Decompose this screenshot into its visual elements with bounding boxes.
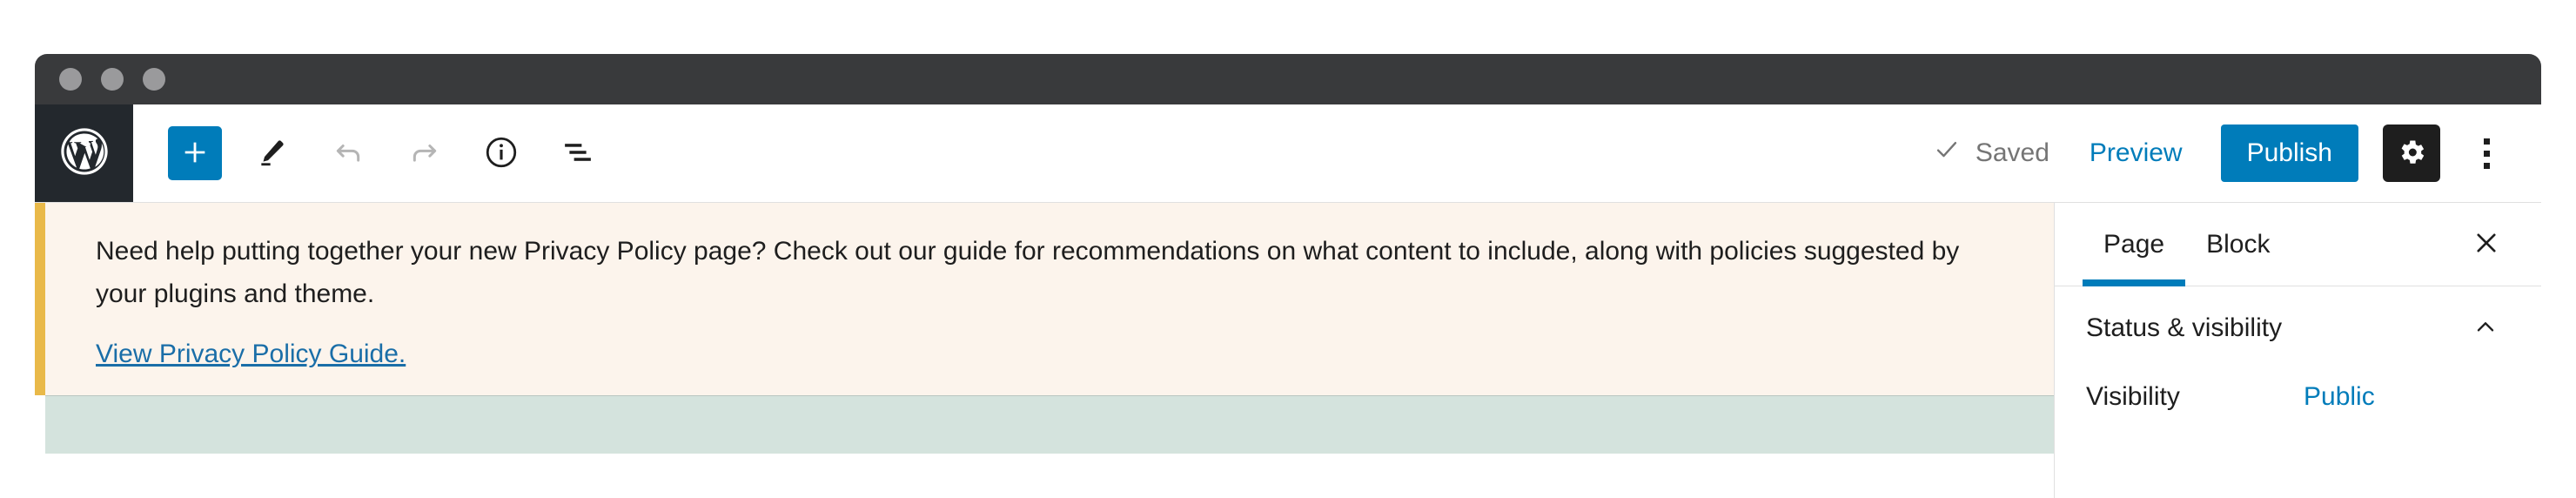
preview-button[interactable]: Preview xyxy=(2090,138,2183,168)
editor-header-actions: Saved Preview Publish xyxy=(1932,104,2541,202)
saved-status: Saved xyxy=(1932,135,2049,172)
vertical-ellipsis-icon xyxy=(2483,138,2490,145)
checkmark-icon xyxy=(1932,135,1962,172)
window-title-bar xyxy=(35,54,2541,104)
saved-label: Saved xyxy=(1975,138,2049,167)
wordpress-logo-button[interactable] xyxy=(35,104,133,202)
gear-icon xyxy=(2396,137,2427,171)
tab-block[interactable]: Block xyxy=(2185,203,2291,286)
settings-toggle-button[interactable] xyxy=(2383,124,2440,182)
close-window-button[interactable] xyxy=(59,68,82,91)
settings-sidebar: Page Block Status & visibility Visibilit… xyxy=(2054,203,2541,498)
editor-toolbar xyxy=(133,104,605,202)
close-sidebar-button[interactable] xyxy=(2463,221,2510,268)
visibility-row: Visibility Public xyxy=(2086,382,2506,412)
more-options-button[interactable] xyxy=(2463,124,2510,182)
tab-page[interactable]: Page xyxy=(2083,203,2186,286)
undo-button[interactable] xyxy=(321,126,375,180)
panel-collapse-button[interactable] xyxy=(2465,307,2506,349)
details-button[interactable] xyxy=(474,126,528,180)
minimize-window-button[interactable] xyxy=(101,68,124,91)
panel-header[interactable]: Status & visibility xyxy=(2086,286,2506,370)
visibility-label: Visibility xyxy=(2086,382,2180,411)
redo-button[interactable] xyxy=(398,126,452,180)
wordpress-logo-icon xyxy=(57,124,112,184)
privacy-policy-guide-link[interactable]: View Privacy Policy Guide. xyxy=(96,340,406,369)
editor-body: Need help putting together your new Priv… xyxy=(35,203,2541,498)
maximize-window-button[interactable] xyxy=(143,68,165,91)
selected-content-block[interactable] xyxy=(45,395,2054,454)
pencil-icon xyxy=(254,135,289,172)
undo-arrow-icon xyxy=(331,135,366,172)
panel-title: Status & visibility xyxy=(2086,313,2283,342)
sidebar-tab-bar: Page Block xyxy=(2055,203,2541,286)
list-view-button[interactable] xyxy=(551,126,605,180)
list-view-icon xyxy=(560,134,596,173)
editor-header: Saved Preview Publish xyxy=(35,104,2541,203)
add-block-button[interactable] xyxy=(168,126,222,180)
chevron-up-icon xyxy=(2472,313,2499,344)
privacy-policy-notice: Need help putting together your new Priv… xyxy=(35,203,2054,396)
notice-text: Need help putting together your new Priv… xyxy=(96,237,1960,308)
edit-tool-button[interactable] xyxy=(245,126,299,180)
redo-arrow-icon xyxy=(407,135,442,172)
publish-button[interactable]: Publish xyxy=(2220,124,2358,182)
plus-icon xyxy=(180,138,210,170)
browser-window: Saved Preview Publish Need help putting … xyxy=(35,54,2541,498)
info-circle-icon xyxy=(483,134,520,173)
vertical-ellipsis-icon xyxy=(2483,162,2490,169)
visibility-value-button[interactable]: Public xyxy=(2304,382,2375,412)
editor-content-area[interactable]: Need help putting together your new Priv… xyxy=(35,203,2054,498)
vertical-ellipsis-icon xyxy=(2483,150,2490,157)
close-x-icon xyxy=(2472,228,2501,260)
status-and-visibility-panel: Status & visibility Visibility Public xyxy=(2055,286,2541,412)
